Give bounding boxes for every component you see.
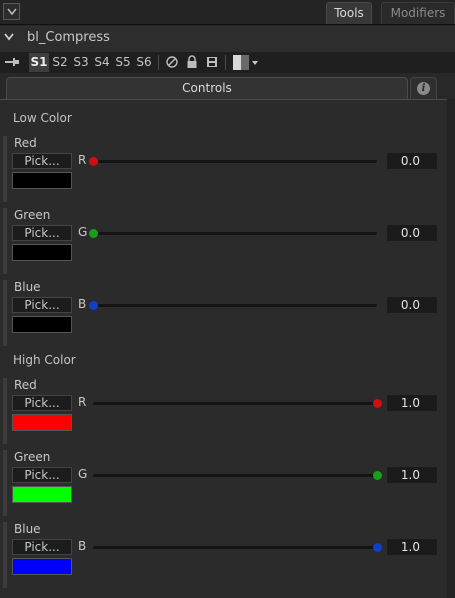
- channel-letter: B: [78, 297, 87, 311]
- slider-track[interactable]: [89, 229, 377, 238]
- high-color-label: High Color: [13, 353, 76, 367]
- group-bar: [3, 280, 7, 346]
- tool-name: bl_Compress: [27, 30, 110, 45]
- channel-label: Blue: [14, 280, 41, 294]
- color-preview[interactable]: [12, 316, 72, 333]
- pick-button[interactable]: Pick...: [12, 539, 72, 555]
- value-field[interactable]: 0.0: [386, 296, 438, 314]
- tab-info[interactable]: i: [410, 77, 437, 99]
- channel-label: Blue: [14, 522, 41, 536]
- separator: [225, 55, 226, 70]
- tab-controls[interactable]: Controls: [6, 77, 408, 99]
- lock-icon[interactable]: [185, 55, 199, 69]
- slider-track[interactable]: [93, 471, 382, 480]
- channel-letter: G: [78, 467, 88, 481]
- pin-icon[interactable]: [4, 56, 20, 68]
- low-blue-control: Blue Pick... B 0.0: [3, 280, 447, 346]
- color-preview[interactable]: [12, 172, 72, 189]
- color-preview[interactable]: [12, 414, 72, 431]
- slider-track[interactable]: [89, 301, 377, 310]
- group-bar: [3, 450, 7, 516]
- low-green-control: Green Pick... G 0.0: [3, 208, 447, 274]
- value-field[interactable]: 1.0: [386, 538, 438, 556]
- slider-track[interactable]: [93, 399, 382, 408]
- slider-knob[interactable]: [89, 229, 98, 238]
- value-field[interactable]: 1.0: [386, 394, 438, 412]
- group-bar: [3, 378, 7, 444]
- separator: [158, 55, 159, 70]
- color-swatch-icon[interactable]: [233, 55, 249, 70]
- tab-tools[interactable]: Tools: [326, 2, 372, 24]
- high-blue-control: Blue Pick... B 1.0: [3, 522, 447, 588]
- pick-button[interactable]: Pick...: [12, 297, 72, 313]
- version-s2-button[interactable]: S2: [50, 53, 70, 72]
- group-bar: [3, 136, 7, 202]
- channel-letter: G: [78, 225, 88, 239]
- channel-label: Green: [14, 208, 51, 222]
- value-field[interactable]: 0.0: [386, 152, 438, 170]
- value-field[interactable]: 0.0: [386, 224, 438, 242]
- group-bar: [3, 208, 7, 274]
- version-s6-button[interactable]: S6: [134, 53, 154, 72]
- save-icon[interactable]: [205, 55, 219, 69]
- pick-button[interactable]: Pick...: [12, 153, 72, 169]
- slider-track[interactable]: [93, 543, 382, 552]
- collapse-icon[interactable]: [3, 3, 20, 20]
- slider-track[interactable]: [89, 157, 377, 166]
- channel-letter: R: [78, 153, 87, 167]
- channel-label: Green: [14, 450, 51, 464]
- value-field[interactable]: 1.0: [386, 466, 438, 484]
- pick-button[interactable]: Pick...: [12, 225, 72, 241]
- top-tab-bar: Tools Modifiers: [0, 0, 455, 25]
- color-preview[interactable]: [12, 244, 72, 261]
- slider-knob[interactable]: [373, 543, 382, 552]
- color-preview[interactable]: [12, 486, 72, 503]
- channel-label: Red: [14, 136, 37, 150]
- channel-letter: R: [78, 395, 87, 409]
- low-red-control: Red Pick... R 0.0: [3, 136, 447, 202]
- high-green-control: Green Pick... G 1.0: [3, 450, 447, 516]
- high-red-control: Red Pick... R 1.0: [3, 378, 447, 444]
- info-icon: i: [417, 82, 430, 95]
- slider-knob[interactable]: [373, 399, 382, 408]
- tab-modifiers[interactable]: Modifiers: [381, 2, 455, 24]
- low-color-label: Low Color: [13, 111, 72, 125]
- version-s1-button[interactable]: S1: [29, 53, 49, 72]
- color-preview[interactable]: [12, 558, 72, 575]
- slider-knob[interactable]: [373, 471, 382, 480]
- channel-letter: B: [78, 539, 87, 553]
- scrollbar[interactable]: [447, 99, 455, 598]
- chevron-down-icon[interactable]: [4, 33, 14, 41]
- slider-knob[interactable]: [89, 301, 98, 310]
- version-s4-button[interactable]: S4: [92, 53, 112, 72]
- version-toolbar: S1 S2 S3 S4 S5 S6: [0, 52, 455, 73]
- tool-header[interactable]: bl_Compress: [0, 26, 455, 52]
- pick-button[interactable]: Pick...: [12, 467, 72, 483]
- dropdown-arrow-icon[interactable]: [252, 61, 258, 65]
- version-s3-button[interactable]: S3: [71, 53, 91, 72]
- channel-label: Red: [14, 378, 37, 392]
- pick-button[interactable]: Pick...: [12, 395, 72, 411]
- disable-icon[interactable]: [165, 55, 179, 69]
- group-bar: [3, 522, 7, 588]
- version-s5-button[interactable]: S5: [113, 53, 133, 72]
- slider-knob[interactable]: [89, 157, 98, 166]
